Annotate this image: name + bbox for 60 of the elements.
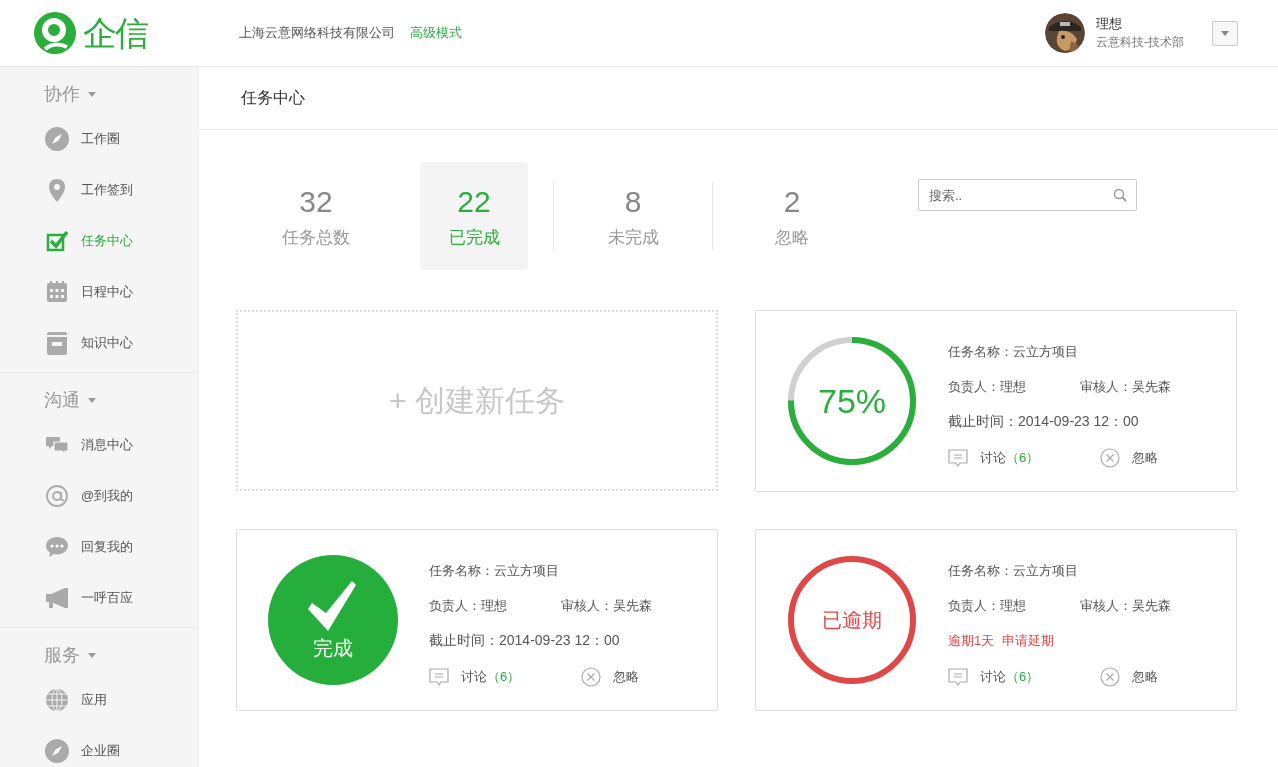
- sidebar-item[interactable]: 工作签到: [0, 164, 198, 215]
- stat-tab[interactable]: 2 忽略: [738, 162, 846, 270]
- task-name: 任务名称：云立方项目: [429, 562, 560, 580]
- comment-icon: [429, 667, 449, 687]
- overdue-note: 逾期1天: [948, 632, 995, 650]
- sidebar-item[interactable]: 企业圈: [0, 725, 198, 767]
- close-icon: [1100, 448, 1120, 468]
- stat-tab[interactable]: 32 任务总数: [262, 162, 370, 270]
- task-deadline: 截止时间：2014-09-23 12：00: [429, 631, 621, 650]
- ignore-link[interactable]: 忽略: [1100, 448, 1158, 468]
- megaphone-icon: [45, 585, 69, 610]
- progress-ring: 75%: [787, 336, 917, 466]
- task-deadline: 截止时间：2014-09-23 12：00: [948, 412, 1140, 431]
- discuss-link[interactable]: 讨论（6）: [429, 667, 581, 687]
- task-name: 任务名称：云立方项目: [948, 343, 1079, 361]
- ignore-link[interactable]: 忽略: [581, 667, 639, 687]
- dropdown-button[interactable]: [1212, 20, 1238, 46]
- calendar-icon: [45, 279, 69, 304]
- compass-icon: [45, 126, 69, 151]
- discuss-link[interactable]: 讨论（6）: [948, 448, 1100, 468]
- at-sign-icon: [45, 483, 69, 508]
- page-title: 任务中心: [241, 88, 305, 108]
- task-reviewer: 审核人：吴先森: [1080, 597, 1171, 615]
- sidebar-item[interactable]: 回复我的: [0, 521, 198, 572]
- search-field[interactable]: 搜索..: [918, 179, 1137, 211]
- user-department: 云意科技-技术部: [1096, 34, 1184, 51]
- checkbox-icon: [45, 228, 69, 253]
- comment-icon: [948, 667, 968, 687]
- sidebar-item[interactable]: 消息中心: [0, 419, 198, 470]
- sidebar-item[interactable]: 一呼百应: [0, 572, 198, 623]
- sidebar-item[interactable]: 日程中心: [0, 266, 198, 317]
- task-owner: 负责人：理想: [948, 597, 1027, 615]
- task-owner: 负责人：理想: [948, 378, 1027, 396]
- close-icon: [1100, 667, 1120, 687]
- speech-bubble-icon: [45, 534, 69, 559]
- globe-icon: [45, 687, 69, 712]
- sidebar-item[interactable]: @到我的: [0, 470, 198, 521]
- task-reviewer: 审核人：吴先森: [561, 597, 652, 615]
- close-icon: [581, 667, 601, 687]
- logo-text: 企信: [83, 16, 147, 50]
- book-icon: [45, 330, 69, 355]
- task-name: 任务名称：云立方项目: [948, 562, 1079, 580]
- user-name: 理想: [1096, 15, 1123, 33]
- stat-tab[interactable]: 8 未完成: [579, 162, 687, 270]
- compass-icon: [45, 738, 69, 763]
- sidebar-item[interactable]: 知识中心: [0, 317, 198, 368]
- discuss-link[interactable]: 讨论（6）: [948, 667, 1100, 687]
- sidebar-item[interactable]: 应用: [0, 674, 198, 725]
- comment-icon: [948, 448, 968, 468]
- caret-icon: [1221, 30, 1229, 36]
- done-badge: 完成: [268, 555, 398, 685]
- task-owner: 负责人：理想: [429, 597, 508, 615]
- task-reviewer: 审核人：吴先森: [1080, 378, 1171, 396]
- company-name: 上海云意网络科技有限公司: [239, 24, 395, 43]
- search-icon: [1113, 188, 1127, 202]
- sidebar-item[interactable]: 工作圈: [0, 113, 198, 164]
- ignore-link[interactable]: 忽略: [1100, 667, 1158, 687]
- logo-icon: [33, 11, 77, 55]
- extend-deadline-link[interactable]: 申请延期: [1002, 623, 1055, 658]
- overdue-badge: 已逾期: [787, 555, 917, 685]
